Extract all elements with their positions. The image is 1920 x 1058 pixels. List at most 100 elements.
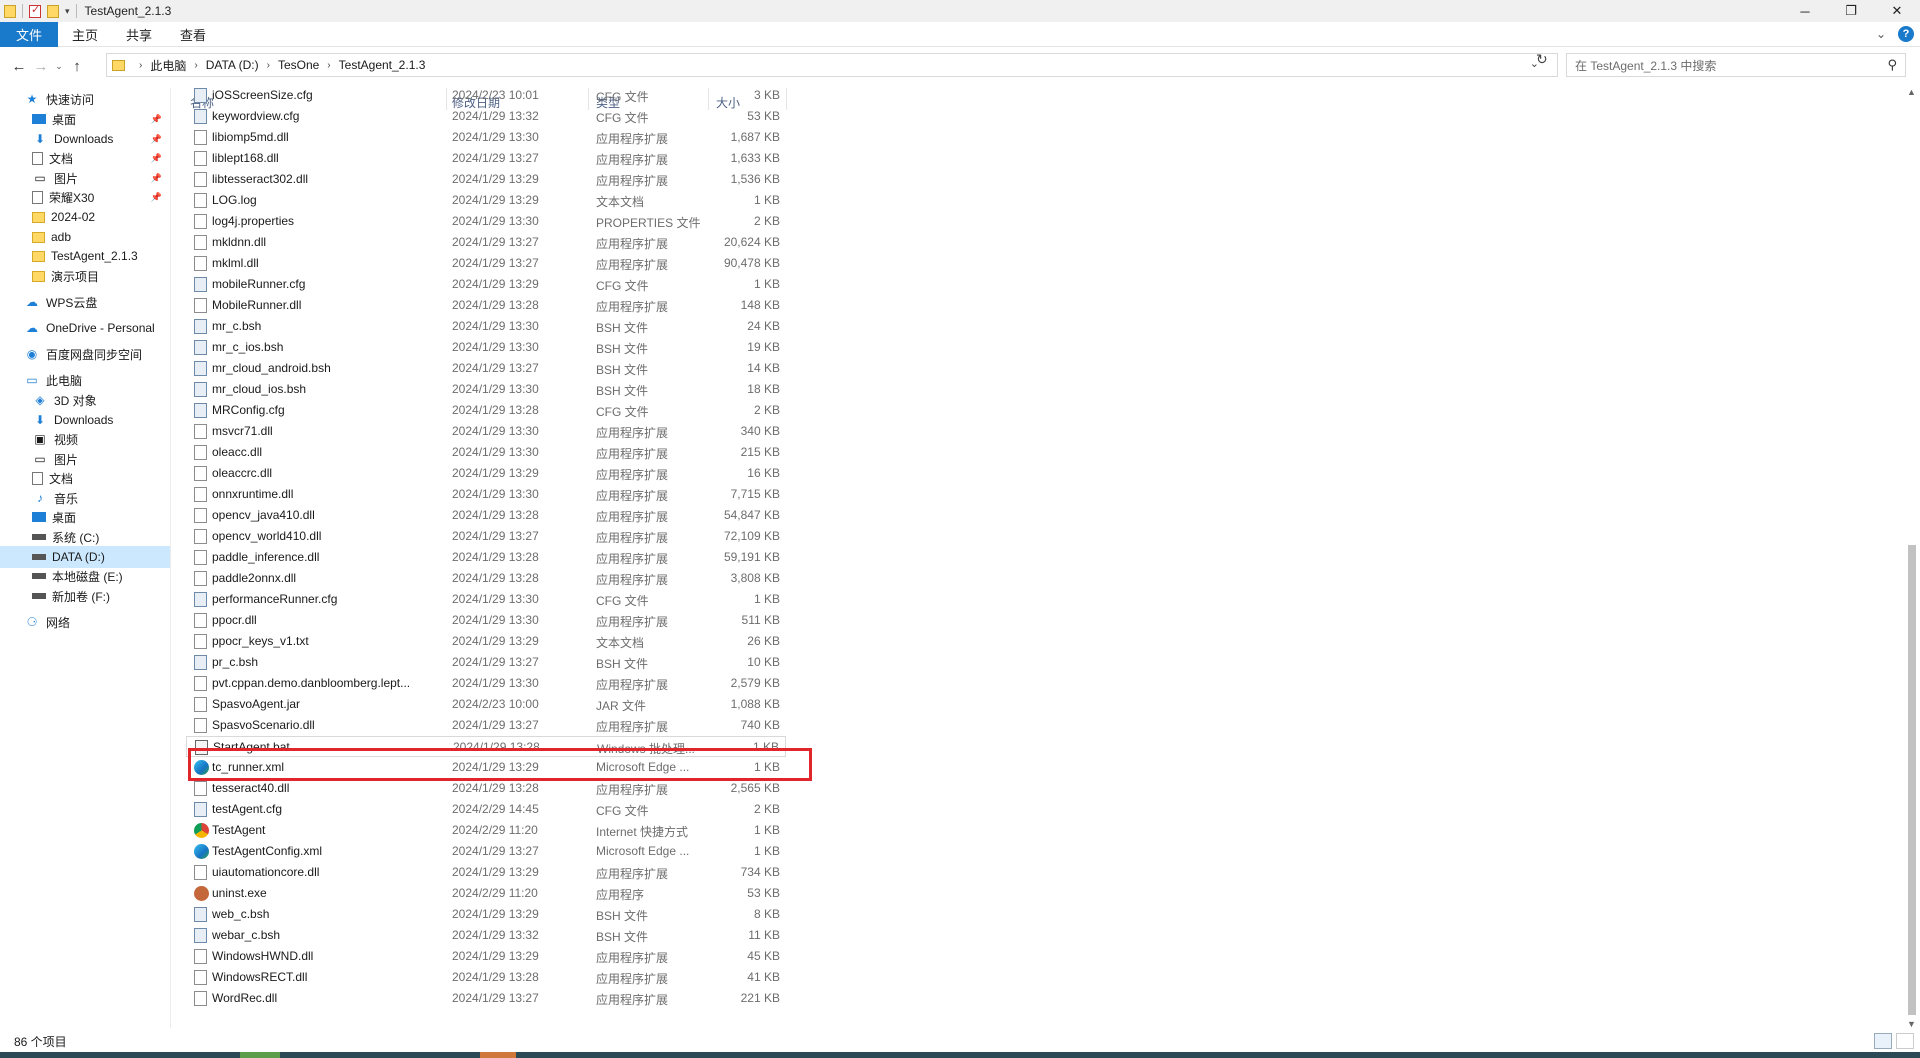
file-row[interactable]: WindowsHWND.dll 2024/1/29 13:29 应用程序扩展 45 K… xyxy=(186,946,786,967)
file-row[interactable]: ppocr.dll 2024/1/29 13:30 应用程序扩展 511 KB xyxy=(186,610,786,631)
file-row[interactable]: keywordview.cfg 2024/1/29 13:32 CFG 文件 53 K… xyxy=(186,106,786,127)
pin-icon[interactable]: 📌 xyxy=(151,192,162,203)
sidebar-item[interactable]: TestAgent_2.1.3 xyxy=(0,245,170,267)
file-row[interactable]: WindowsRECT.dll 2024/1/29 13:28 应用程序扩展 41 K… xyxy=(186,967,786,988)
quick-access-toolbar-dropdown-icon[interactable]: ▾ xyxy=(65,6,70,17)
file-row[interactable]: web_c.bsh 2024/1/29 13:29 BSH 文件 8 KB xyxy=(186,904,786,925)
recent-locations-chevron-icon[interactable]: ⌄ xyxy=(52,61,66,72)
file-row[interactable]: pr_c.bsh 2024/1/29 13:27 BSH 文件 10 KB xyxy=(186,652,786,673)
large-icons-view-icon[interactable] xyxy=(1896,1033,1914,1049)
sidebar-item[interactable]: ⚆ 网络 xyxy=(0,611,170,633)
pane-splitter[interactable] xyxy=(170,88,171,1028)
scroll-up-arrow-icon[interactable]: ▲ xyxy=(1907,87,1916,97)
up-arrow-icon[interactable]: ↑ xyxy=(66,58,88,75)
file-row[interactable]: opencv_world410.dll 2024/1/29 13:27 应用程序扩展… xyxy=(186,526,786,547)
sidebar-item[interactable]: 桌面 xyxy=(0,506,170,528)
breadcrumb-separator[interactable]: › xyxy=(139,60,142,71)
sidebar-item[interactable]: 文档 xyxy=(0,467,170,489)
sidebar-item[interactable]: 新加卷 (F:) xyxy=(0,585,170,607)
pin-icon[interactable]: 📌 xyxy=(151,173,162,184)
breadcrumb-separator[interactable]: › xyxy=(267,60,270,71)
vertical-scrollbar[interactable]: ▲ ▼ xyxy=(1904,85,1920,1031)
file-row[interactable]: ppocr_keys_v1.txt 2024/1/29 13:29 文本文档 26 K… xyxy=(186,631,786,652)
sidebar-item[interactable]: 2024-02 xyxy=(0,206,170,228)
file-row[interactable]: liblept168.dll 2024/1/29 13:27 应用程序扩展 1,633… xyxy=(186,148,786,169)
sidebar-item[interactable]: 文档 📌 xyxy=(0,147,170,169)
sidebar-item[interactable]: ▭ 此电脑 xyxy=(0,369,170,391)
file-row[interactable]: MRConfig.cfg 2024/1/29 13:28 CFG 文件 2 KB xyxy=(186,400,786,421)
breadcrumb-data-d[interactable]: DATA (D:) xyxy=(206,58,259,72)
tab-file[interactable]: 文件 xyxy=(0,21,59,47)
file-row[interactable]: MobileRunner.dll 2024/1/29 13:28 应用程序扩展 148… xyxy=(186,295,786,316)
search-icon[interactable]: ⚲ xyxy=(1887,57,1897,73)
file-row[interactable]: libtesseract302.dll 2024/1/29 13:29 应用程序扩展… xyxy=(186,169,786,190)
close-button[interactable]: ✕ xyxy=(1874,0,1920,22)
file-row[interactable]: uiautomationcore.dll 2024/1/29 13:29 应用程序扩… xyxy=(186,862,786,883)
search-input[interactable]: 在 TestAgent_2.1.3 中搜索 ⚲ xyxy=(1566,53,1906,77)
pin-icon[interactable]: 📌 xyxy=(151,153,162,164)
breadcrumb-testagent[interactable]: TestAgent_2.1.3 xyxy=(339,58,426,72)
refresh-icon[interactable]: ↻ xyxy=(1536,51,1548,68)
sidebar-item[interactable]: ◉ 百度网盘同步空间 xyxy=(0,343,170,365)
file-row[interactable]: mr_c.bsh 2024/1/29 13:30 BSH 文件 24 KB xyxy=(186,316,786,337)
file-row[interactable]: SpasvoAgent.jar 2024/2/23 10:00 JAR 文件 1,08… xyxy=(186,694,786,715)
pin-icon[interactable]: 📌 xyxy=(151,114,162,125)
address-bar[interactable]: › 此电脑 › DATA (D:) › TesOne › TestAgent_2… xyxy=(106,53,1558,77)
file-row[interactable]: performanceRunner.cfg 2024/1/29 13:30 CFG … xyxy=(186,589,786,610)
sidebar-item[interactable]: ☁ OneDrive - Personal xyxy=(0,317,170,339)
file-row[interactable]: onnxruntime.dll 2024/1/29 13:30 应用程序扩展 7,71… xyxy=(186,484,786,505)
file-row[interactable]: tesseract40.dll 2024/1/29 13:28 应用程序扩展 2,56… xyxy=(186,778,786,799)
tab-view[interactable]: 查看 xyxy=(166,22,220,47)
sidebar-item[interactable]: 演示项目 xyxy=(0,265,170,287)
file-row[interactable]: webar_c.bsh 2024/1/29 13:32 BSH 文件 11 KB xyxy=(186,925,786,946)
taskbar-app-icon[interactable] xyxy=(240,1052,280,1058)
breadcrumb-tesone[interactable]: TesOne xyxy=(278,58,319,72)
pin-icon[interactable]: 📌 xyxy=(151,134,162,145)
file-row[interactable]: oleacc.dll 2024/1/29 13:30 应用程序扩展 215 KB xyxy=(186,442,786,463)
sidebar-item[interactable]: ★ 快速访问 xyxy=(0,88,170,110)
file-row[interactable]: StartAgent.bat 2024/1/29 13:28 Windows 批处理… xyxy=(186,736,786,757)
file-row[interactable]: mkldnn.dll 2024/1/29 13:27 应用程序扩展 20,624 KB xyxy=(186,232,786,253)
maximize-button[interactable]: ❐ xyxy=(1828,0,1874,22)
file-row[interactable]: mobileRunner.cfg 2024/1/29 13:29 CFG 文件 1 K… xyxy=(186,274,786,295)
file-row[interactable]: libiomp5md.dll 2024/1/29 13:30 应用程序扩展 1,687… xyxy=(186,127,786,148)
properties-icon[interactable] xyxy=(29,3,41,18)
file-row[interactable]: paddle_inference.dll 2024/1/29 13:28 应用程序扩… xyxy=(186,547,786,568)
breadcrumb-this-pc[interactable]: 此电脑 xyxy=(150,57,186,74)
file-row[interactable]: opencv_java410.dll 2024/1/29 13:28 应用程序扩展 5… xyxy=(186,505,786,526)
new-folder-icon[interactable] xyxy=(47,4,59,18)
file-row[interactable]: mr_cloud_android.bsh 2024/1/29 13:27 BSH 文… xyxy=(186,358,786,379)
file-row[interactable]: msvcr71.dll 2024/1/29 13:30 应用程序扩展 340 KB xyxy=(186,421,786,442)
file-row[interactable]: TestAgentConfig.xml 2024/1/29 13:27 Micros… xyxy=(186,841,786,862)
file-row[interactable]: oleaccrc.dll 2024/1/29 13:29 应用程序扩展 16 KB xyxy=(186,463,786,484)
file-row[interactable]: tc_runner.xml 2024/1/29 13:29 Microsoft Ed… xyxy=(186,757,786,778)
forward-arrow-icon[interactable]: → xyxy=(30,58,52,75)
breadcrumb-separator[interactable]: › xyxy=(327,60,330,71)
file-row[interactable]: paddle2onnx.dll 2024/1/29 13:28 应用程序扩展 3,80… xyxy=(186,568,786,589)
scrollbar-thumb[interactable] xyxy=(1908,545,1916,1015)
file-row[interactable]: SpasvoScenario.dll 2024/1/29 13:27 应用程序扩展 7… xyxy=(186,715,786,736)
details-view-icon[interactable] xyxy=(1874,1033,1892,1049)
scroll-down-arrow-icon[interactable]: ▼ xyxy=(1907,1019,1916,1029)
sidebar-item[interactable]: ◈ 3D 对象 xyxy=(0,389,170,411)
file-row[interactable]: uninst.exe 2024/2/29 11:20 应用程序 53 KB xyxy=(186,883,786,904)
file-row[interactable]: pvt.cppan.demo.danbloomberg.lept... 2024/… xyxy=(186,673,786,694)
file-row[interactable]: WordRec.dll 2024/1/29 13:27 应用程序扩展 221 KB xyxy=(186,988,786,1009)
file-row[interactable]: TestAgent 2024/2/29 11:20 Internet 快捷方式 1 K… xyxy=(186,820,786,841)
file-row[interactable]: testAgent.cfg 2024/2/29 14:45 CFG 文件 2 KB xyxy=(186,799,786,820)
tab-share[interactable]: 共享 xyxy=(112,22,166,47)
file-row[interactable]: mklml.dll 2024/1/29 13:27 应用程序扩展 90,478 KB xyxy=(186,253,786,274)
file-row[interactable]: log4j.properties 2024/1/29 13:30 PROPERTIE… xyxy=(186,211,786,232)
sidebar-item[interactable]: 荣耀X30 📌 xyxy=(0,186,170,208)
tab-home[interactable]: 主页 xyxy=(58,22,112,47)
help-icon[interactable]: ? xyxy=(1898,26,1914,42)
sidebar-item[interactable]: 桌面 📌 xyxy=(0,108,170,130)
breadcrumb-separator[interactable]: › xyxy=(194,60,197,71)
sidebar-item[interactable]: ☁ WPS云盘 xyxy=(0,291,170,313)
chevron-down-icon[interactable]: ⌄ xyxy=(1876,27,1886,41)
file-row[interactable]: mr_c_ios.bsh 2024/1/29 13:30 BSH 文件 19 KB xyxy=(186,337,786,358)
file-row[interactable]: mr_cloud_ios.bsh 2024/1/29 13:30 BSH 文件 18 … xyxy=(186,379,786,400)
minimize-button[interactable]: ─ xyxy=(1782,0,1828,22)
taskbar-app-icon[interactable] xyxy=(480,1052,516,1058)
file-row[interactable]: iOSScreenSize.cfg 2024/2/23 10:01 CFG 文件 3 … xyxy=(186,88,786,106)
